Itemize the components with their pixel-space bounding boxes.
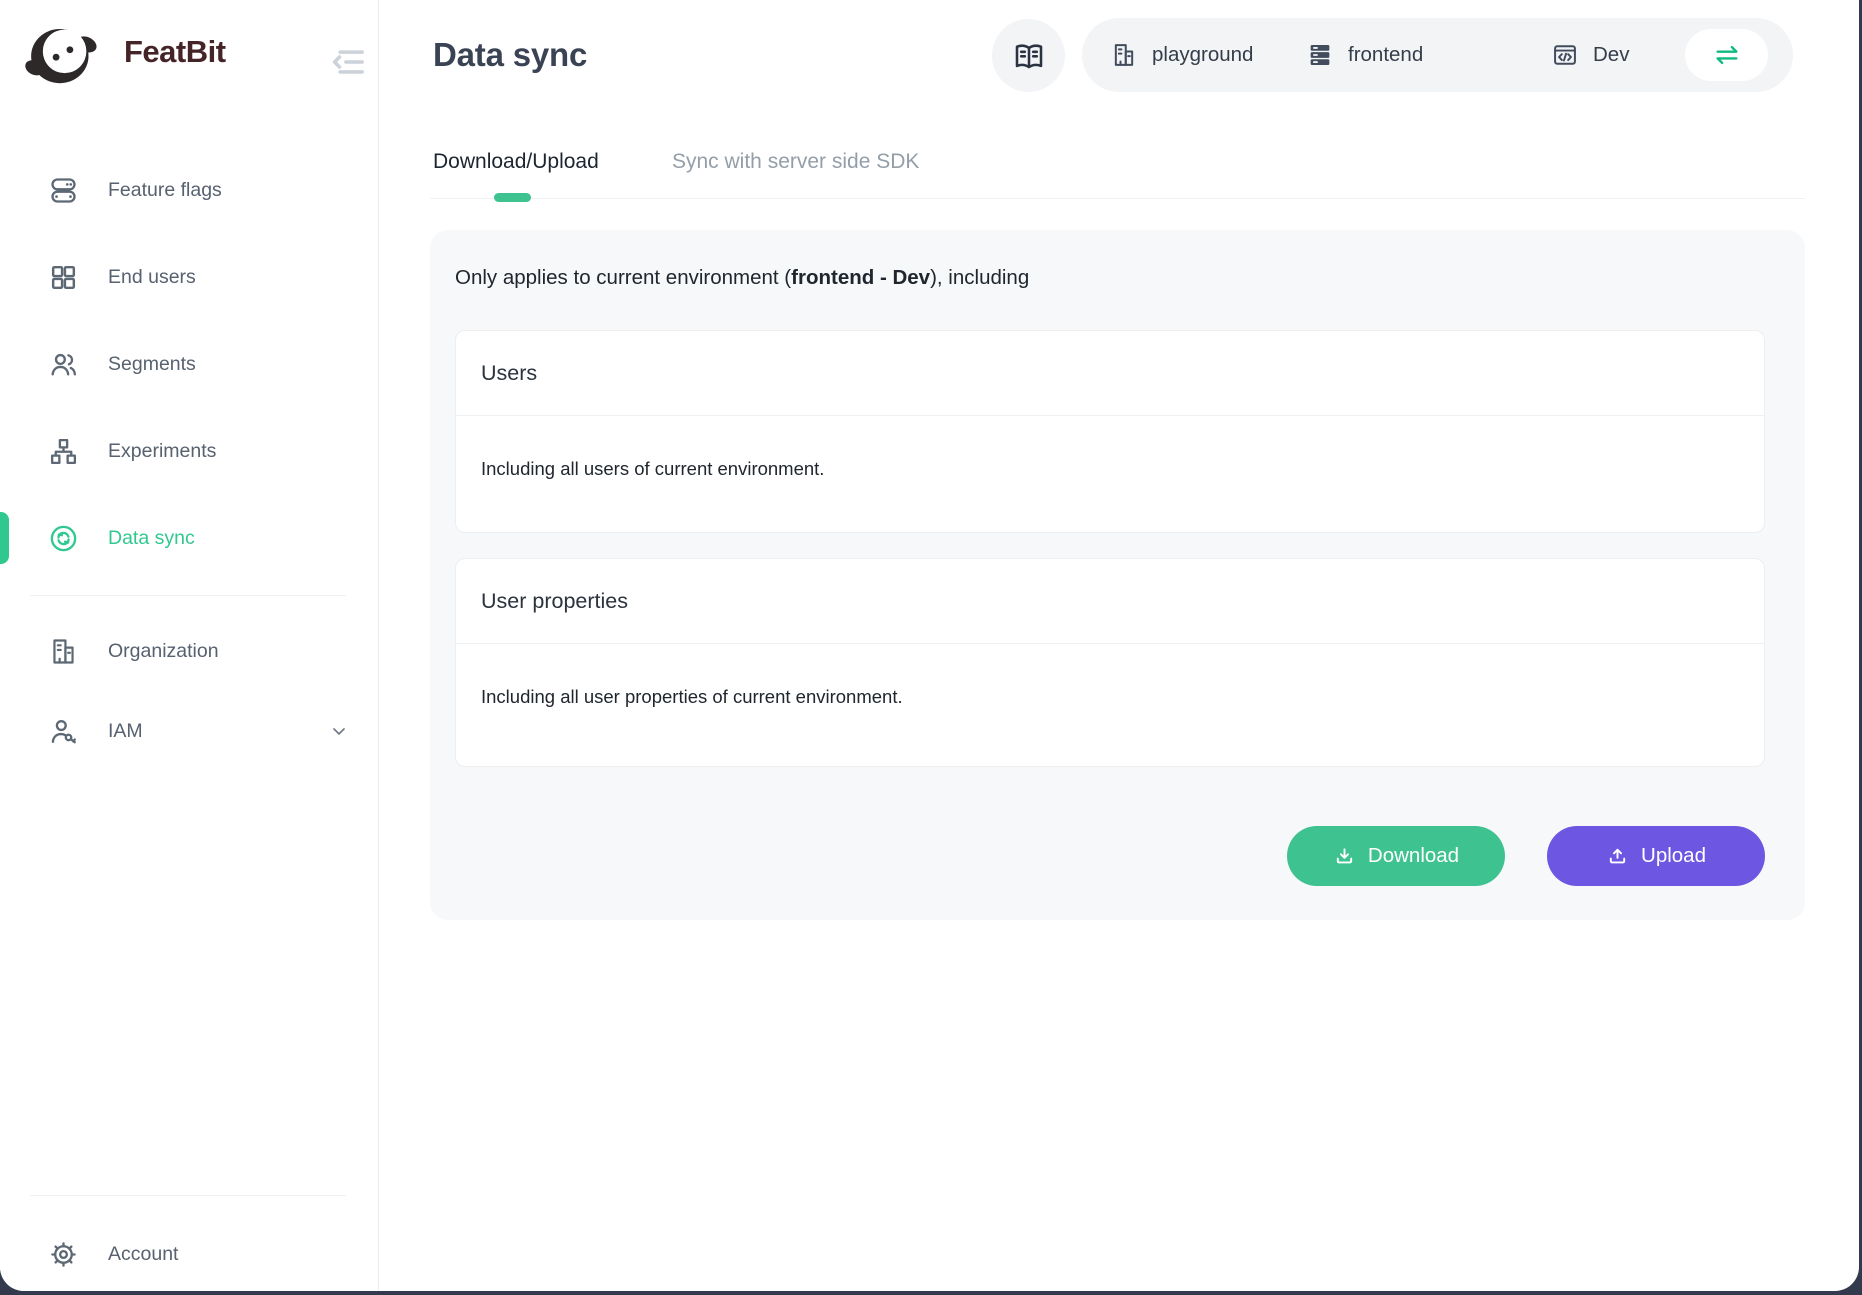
page-title: Data sync	[433, 36, 587, 74]
upload-icon	[1606, 845, 1629, 868]
download-button-label: Download	[1368, 844, 1459, 868]
note-prefix: Only applies to current environment (	[455, 266, 791, 289]
sidebar-item-label: Data sync	[108, 527, 195, 550]
app-window: FeatBit F	[0, 0, 1859, 1291]
sidebar-item-feature-flags[interactable]: Feature flags	[0, 164, 377, 216]
project-item-name: frontend	[1348, 43, 1423, 67]
users-card-title: Users	[456, 331, 1764, 416]
sidebar-item-label: Segments	[108, 353, 196, 376]
sidebar-collapse-button[interactable]	[328, 44, 368, 80]
environment-name: Dev	[1593, 43, 1629, 67]
sidebar-item-data-sync[interactable]: Data sync	[0, 512, 377, 564]
sidebar-item-experiments[interactable]: Experiments	[0, 425, 377, 477]
sidebar-divider	[30, 595, 346, 596]
sidebar-item-segments[interactable]: Segments	[0, 338, 377, 390]
documentation-button[interactable]	[992, 19, 1065, 92]
active-tab-indicator	[494, 193, 531, 202]
user-properties-card: User properties Including all user prope…	[455, 558, 1765, 767]
environment-scope-note: Only applies to current environment (fro…	[455, 266, 1029, 290]
project-name: playground	[1152, 43, 1253, 67]
context-switcher: playground frontend	[1082, 18, 1793, 92]
sidebar-divider	[30, 1195, 346, 1196]
project-item-selector[interactable]: frontend	[1306, 18, 1423, 92]
active-nav-indicator	[0, 512, 9, 564]
building-icon	[1110, 41, 1138, 69]
switch-context-button[interactable]	[1685, 29, 1768, 81]
sidebar-item-label: Experiments	[108, 440, 216, 463]
upload-button-label: Upload	[1641, 844, 1706, 868]
brand-header: FeatBit	[20, 18, 360, 90]
download-button[interactable]: Download	[1287, 826, 1505, 886]
sidebar-item-label: End users	[108, 266, 196, 289]
sidebar: FeatBit F	[0, 0, 379, 1291]
brand-name: FeatBit	[124, 34, 226, 70]
code-window-icon	[1551, 41, 1579, 69]
experiments-icon	[48, 436, 79, 467]
environment-selector[interactable]: Dev	[1551, 18, 1629, 92]
users-card-description: Including all users of current environme…	[456, 416, 1764, 480]
download-icon	[1333, 845, 1356, 868]
gear-icon	[48, 1239, 79, 1270]
note-environment: frontend - Dev	[791, 266, 930, 289]
sidebar-item-label: Account	[108, 1243, 178, 1266]
upload-button[interactable]: Upload	[1547, 826, 1765, 886]
sidebar-item-label: Organization	[108, 640, 219, 663]
sidebar-item-label: IAM	[108, 720, 143, 743]
tab-download-upload[interactable]: Download/Upload	[433, 150, 599, 174]
feature-flags-icon	[48, 175, 79, 206]
data-sync-panel: Only applies to current environment (fro…	[430, 230, 1805, 920]
user-properties-card-description: Including all user properties of current…	[456, 644, 1764, 708]
project-selector[interactable]: playground	[1110, 18, 1253, 92]
organization-icon	[48, 636, 79, 667]
data-sync-icon	[48, 523, 79, 554]
sidebar-item-organization[interactable]: Organization	[0, 625, 377, 677]
segments-icon	[48, 349, 79, 380]
sidebar-item-end-users[interactable]: End users	[0, 251, 377, 303]
server-stack-icon	[1306, 41, 1334, 69]
users-card: Users Including all users of current env…	[455, 330, 1765, 533]
chevron-down-icon	[329, 721, 349, 741]
sidebar-item-account[interactable]: Account	[0, 1228, 377, 1280]
featbit-logo-icon	[22, 20, 104, 88]
end-users-icon	[48, 262, 79, 293]
note-suffix: ), including	[930, 266, 1029, 289]
tabs-divider	[430, 198, 1805, 199]
user-properties-card-title: User properties	[456, 559, 1764, 644]
iam-icon	[48, 716, 79, 747]
tab-sync-server-sdk[interactable]: Sync with server side SDK	[672, 150, 919, 174]
sidebar-item-iam[interactable]: IAM	[0, 705, 377, 757]
sidebar-item-label: Feature flags	[108, 179, 222, 202]
book-icon	[1011, 38, 1047, 74]
swap-arrows-icon	[1712, 40, 1742, 70]
